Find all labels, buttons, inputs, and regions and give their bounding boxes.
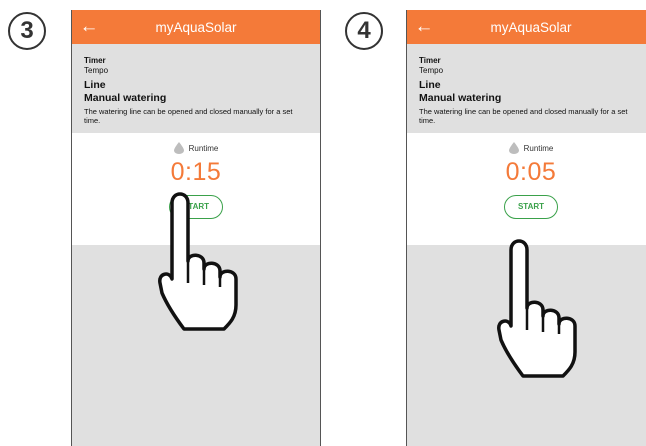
runtime-panel: Runtime 0:15 START <box>72 133 320 245</box>
line-label: Line <box>84 79 106 91</box>
start-button[interactable]: START <box>169 195 223 219</box>
mode-label: Manual watering <box>84 92 167 104</box>
timer-label: Timer <box>84 56 106 65</box>
runtime-label: Runtime <box>523 143 554 153</box>
runtime-row: Runtime <box>407 133 646 154</box>
line-label: Line <box>419 79 441 91</box>
info-section: Timer Tempo Line Manual watering The wat… <box>407 44 646 133</box>
step-badge-4: 4 <box>345 12 383 50</box>
timer-name: Tempo <box>419 66 444 75</box>
phone-screen-step-3: ← myAquaSolar Timer Tempo Line Manual wa… <box>71 10 321 446</box>
back-arrow-icon[interactable]: ← <box>76 14 102 40</box>
app-title: myAquaSolar <box>155 19 237 35</box>
mode-description: The watering line can be opened and clos… <box>84 107 293 125</box>
timer-name: Tempo <box>84 66 109 75</box>
app-title: myAquaSolar <box>490 19 572 35</box>
info-section: Timer Tempo Line Manual watering The wat… <box>72 44 320 133</box>
runtime-label: Runtime <box>188 143 219 153</box>
water-drop-icon <box>173 142 184 154</box>
back-arrow-icon[interactable]: ← <box>411 14 437 40</box>
app-bar: ← myAquaSolar <box>407 10 646 44</box>
mode-label: Manual watering <box>419 92 502 104</box>
timer-label: Timer <box>419 56 441 65</box>
phone-screen-step-4: ← myAquaSolar Timer Tempo Line Manual wa… <box>406 10 646 446</box>
app-bar: ← myAquaSolar <box>72 10 320 44</box>
runtime-value[interactable]: 0:05 <box>407 158 646 187</box>
water-drop-icon <box>508 142 519 154</box>
start-button[interactable]: START <box>504 195 558 219</box>
mode-description: The watering line can be opened and clos… <box>419 107 628 125</box>
runtime-value[interactable]: 0:15 <box>72 158 320 187</box>
step-badge-3: 3 <box>8 12 46 50</box>
runtime-row: Runtime <box>72 133 320 154</box>
runtime-panel: Runtime 0:05 START <box>407 133 646 245</box>
